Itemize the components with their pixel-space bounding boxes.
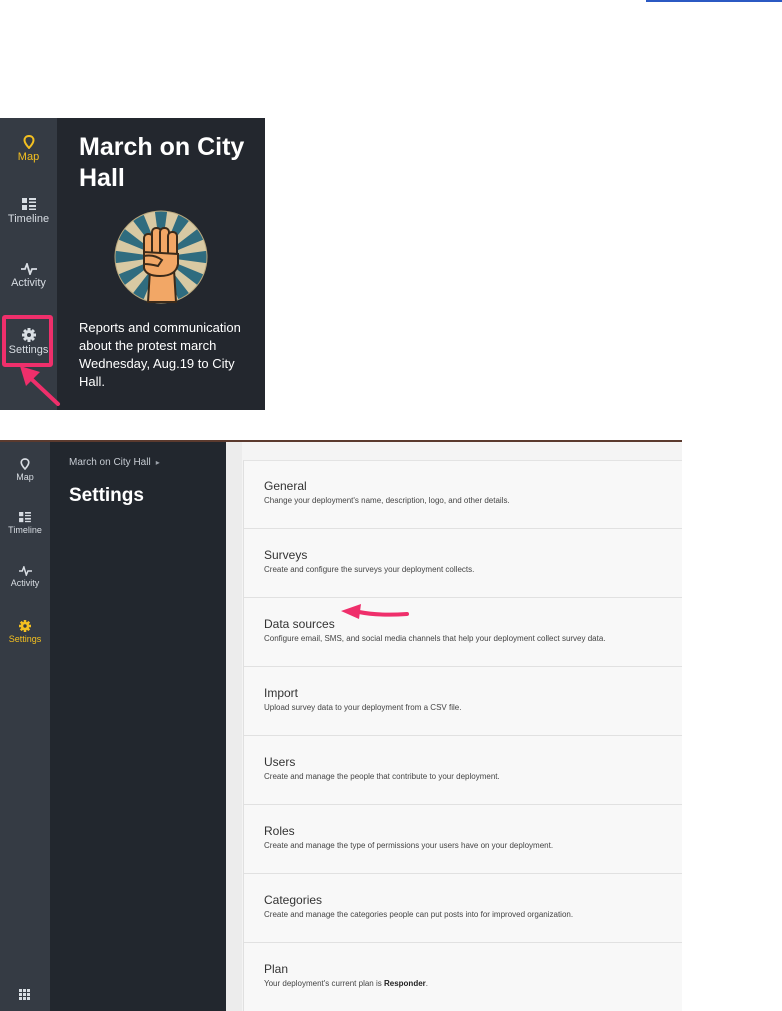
settings-item-title: General (264, 479, 307, 493)
nav-item-map[interactable]: Map (0, 458, 50, 482)
nav-label-map: Map (17, 151, 40, 163)
settings-item-description: Upload survey data to your deployment fr… (264, 703, 462, 712)
settings-item-title: Roles (264, 824, 295, 838)
settings-item-description: Configure email, SMS, and social media c… (264, 634, 606, 643)
nav-rail: Map Timeline Activity Settings (0, 442, 50, 1011)
pink-arrow-pointer (341, 604, 409, 619)
activity-icon (20, 263, 37, 275)
settings-item-roles[interactable]: Roles Create and manage the type of perm… (244, 806, 682, 874)
settings-page: Map Timeline Activity Settings March on … (0, 440, 682, 1011)
settings-item-description: Create and manage the categories people … (264, 910, 574, 919)
deployment-description: Reports and communication about the prot… (79, 320, 241, 389)
plan-desc-text: Your deployment's current plan is (264, 979, 382, 988)
pink-arrow-pointer (20, 366, 60, 406)
apps-grid-icon[interactable] (19, 989, 30, 1000)
nav-label-timeline: Timeline (7, 213, 50, 225)
map-marker-icon (22, 135, 35, 149)
activity-icon (18, 566, 32, 576)
settings-item-title: Surveys (264, 548, 308, 562)
settings-item-title: Plan (264, 962, 289, 976)
settings-item-users[interactable]: Users Create and manage the people that … (244, 737, 682, 805)
nav-item-map[interactable]: Map (0, 135, 57, 163)
settings-item-title: Import (264, 686, 299, 700)
nav-item-activity[interactable]: Activity (0, 566, 50, 588)
settings-item-title: Data sources (264, 617, 335, 631)
breadcrumb[interactable]: March on City Hall ▸ (69, 457, 160, 468)
settings-item-categories[interactable]: Categories Create and manage the categor… (244, 875, 682, 943)
plan-desc-end: . (425, 979, 429, 988)
settings-item-surveys[interactable]: Surveys Create and configure the surveys… (244, 530, 682, 598)
top-link-underline (646, 0, 782, 2)
settings-item-description: Create and configure the surveys your de… (264, 565, 475, 574)
chevron-right-icon: ▸ (155, 458, 160, 467)
nav-item-timeline[interactable]: Timeline (0, 512, 50, 535)
settings-item-general[interactable]: General Change your deployment's name, d… (244, 461, 682, 529)
settings-item-plan[interactable]: Plan Your deployment's current plan is R… (244, 944, 682, 1011)
page-title: Settings (69, 485, 144, 506)
nav-item-activity[interactable]: Activity (0, 263, 57, 289)
deployment-title: March on City Hall (79, 133, 245, 192)
nav-label-timeline: Timeline (8, 525, 42, 535)
nav-item-settings[interactable]: Settings (0, 620, 50, 644)
nav-label-activity: Activity (10, 578, 40, 588)
settings-highlight-box (2, 315, 53, 367)
settings-item-title: Categories (264, 893, 323, 907)
settings-item-description: Your deployment's current plan is Respon… (264, 979, 428, 988)
content-gutter (226, 442, 242, 1011)
nav-label-settings: Settings (8, 634, 42, 644)
settings-item-description: Create and manage the people that contri… (264, 772, 500, 781)
plan-name: Responder (383, 979, 426, 988)
settings-item-title: Users (264, 755, 296, 769)
settings-list: General Change your deployment's name, d… (243, 460, 682, 1011)
raised-fist-logo (114, 210, 208, 304)
nav-label-activity: Activity (11, 277, 46, 289)
breadcrumb-deployment[interactable]: March on City Hall (69, 457, 151, 468)
settings-item-import[interactable]: Import Upload survey data to your deploy… (244, 668, 682, 736)
timeline-icon (21, 198, 36, 210)
nav-item-timeline[interactable]: Timeline (0, 198, 57, 225)
settings-item-description: Change your deployment's name, descripti… (264, 496, 510, 505)
gear-icon (19, 620, 31, 632)
settings-item-data-sources[interactable]: Data sources Configure email, SMS, and s… (244, 599, 682, 667)
settings-sidebar: March on City Hall ▸ Settings (50, 442, 226, 1011)
settings-item-description: Create and manage the type of permission… (264, 841, 554, 850)
nav-label-map: Map (16, 472, 34, 482)
map-marker-icon (20, 458, 30, 470)
timeline-icon (19, 512, 31, 523)
